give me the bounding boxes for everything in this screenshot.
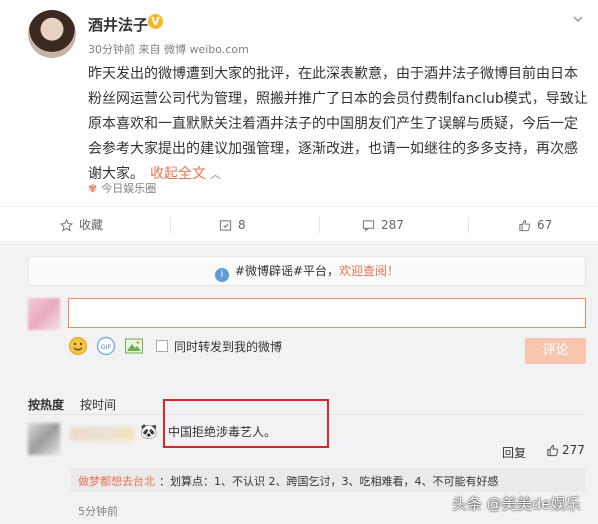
also-repost-checkbox[interactable] <box>156 340 168 352</box>
sort-by-hot-tab[interactable]: 按热度 <box>28 398 64 412</box>
emoji-icon[interactable] <box>68 336 88 356</box>
commenter-name-blurred[interactable] <box>70 427 134 441</box>
chevron-up-icon[interactable]: ︿ <box>210 168 221 181</box>
repost-icon <box>219 220 232 231</box>
sub-reply-text: ：划算点：1、不认识 2、跨国乞讨，3、吃相难看，4、不可能有好感 <box>159 475 499 488</box>
thumbs-up-icon <box>547 444 559 457</box>
post-text: 昨天发出的微博遭到大家的批评，在此深表歉意，由于酒井法子微博目前由日本粉丝网运营… <box>88 62 588 187</box>
reply-button[interactable]: 回复 <box>502 444 526 461</box>
info-icon: i <box>214 268 229 282</box>
collapse-link[interactable]: 收起全文 <box>150 166 206 182</box>
sort-by-time-tab[interactable]: 按时间 <box>80 398 116 412</box>
favorite-button[interactable]: 收藏 <box>59 207 104 243</box>
verified-badge-icon: V <box>148 14 163 29</box>
sub-reply-author[interactable]: 做梦都想去台北 <box>78 475 155 488</box>
notice-text: #微博辟谣#平台， <box>234 264 340 278</box>
chevron-down-icon[interactable] <box>572 13 584 25</box>
comment-like-count: 277 <box>562 443 585 457</box>
divider <box>468 217 469 233</box>
also-repost-label: 同时转发到我的微博 <box>174 339 283 354</box>
weibo-post: 酒井法子 V 30分钟前 来自 微博 weibo.com 昨天发出的微博遭到大家… <box>0 0 598 205</box>
comment-input-box[interactable] <box>68 298 586 328</box>
comment-panel: i #微博辟谣#平台，欢迎查阅！ GIF 同时转发到我的微博 评论 按热度 按时间 … <box>0 243 598 524</box>
post-meta: 30分钟前 来自 微博 weibo.com <box>88 43 249 56</box>
divider <box>170 217 171 233</box>
comment-icon <box>362 220 375 232</box>
image-icon[interactable] <box>124 336 144 356</box>
watermark: 头条 @美美de娱乐 <box>452 495 581 513</box>
author-avatar[interactable] <box>28 10 76 58</box>
comment-toolbar: GIF 同时转发到我的微博 <box>68 336 282 356</box>
comment-button[interactable]: 287 <box>362 207 404 243</box>
like-count: 67 <box>537 218 553 232</box>
divider <box>319 217 320 233</box>
comment-time: 5分钟前 <box>78 505 118 518</box>
highlight-box <box>163 399 329 448</box>
favorite-label: 收藏 <box>79 218 104 232</box>
panda-emoji-icon: 🐼 <box>140 424 158 440</box>
comment-like-button[interactable]: 277 <box>546 443 585 457</box>
repost-button[interactable]: 8 <box>219 207 246 243</box>
author-name[interactable]: 酒井法子 <box>88 14 148 35</box>
comment-sort: 按热度 按时间 <box>28 396 116 413</box>
sub-reply-line: 做梦都想去台北 ：划算点：1、不认识 2、跨国乞讨，3、吃相难看，4、不可能有好感 <box>78 473 499 489</box>
thumbs-up-icon <box>519 219 531 232</box>
flower-icon: ✾ <box>88 182 98 195</box>
source-label: 今日娱乐圈 <box>101 182 157 195</box>
gif-icon[interactable]: GIF <box>96 336 116 356</box>
post-source[interactable]: ✾ 今日娱乐圈 <box>88 180 156 196</box>
repost-count: 8 <box>238 218 246 232</box>
sub-reply: 做梦都想去台北 ：划算点：1、不认识 2、跨国乞讨，3、吃相难看，4、不可能有好感 <box>70 468 586 492</box>
commenter-avatar[interactable] <box>28 423 60 455</box>
action-bar: 收藏 8 287 67 <box>0 206 598 242</box>
rumor-notice[interactable]: i #微博辟谣#平台，欢迎查阅！ <box>28 256 586 286</box>
comment-count: 287 <box>381 218 404 232</box>
comment-input[interactable] <box>69 299 585 327</box>
my-avatar <box>28 298 60 330</box>
post-body: 昨天发出的微博遭到大家的批评，在此深表歉意，由于酒井法子微博目前由日本粉丝网运营… <box>88 66 588 182</box>
svg-text:GIF: GIF <box>101 343 112 351</box>
submit-comment-button[interactable]: 评论 <box>525 338 586 364</box>
notice-highlight: 欢迎查阅！ <box>339 264 400 278</box>
like-button[interactable]: 67 <box>518 207 552 243</box>
star-icon <box>59 218 74 232</box>
